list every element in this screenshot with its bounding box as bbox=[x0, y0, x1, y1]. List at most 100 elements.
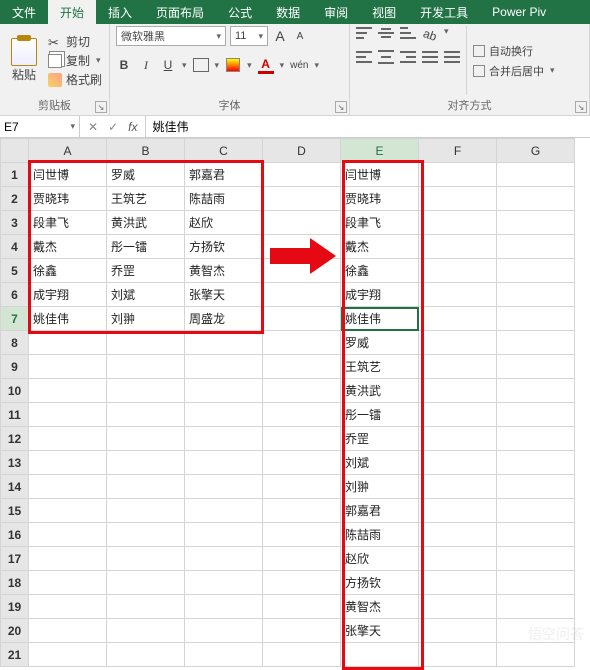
cell-C21[interactable] bbox=[185, 643, 263, 667]
cell-E9[interactable]: 王筑艺 bbox=[341, 355, 419, 379]
shrink-font-button[interactable]: A bbox=[292, 27, 308, 45]
cell-D6[interactable] bbox=[263, 283, 341, 307]
cell-D21[interactable] bbox=[263, 643, 341, 667]
cell-C7[interactable]: 周盛龙 bbox=[185, 307, 263, 331]
tab-formulas[interactable]: 公式 bbox=[216, 0, 264, 24]
cell-A4[interactable]: 戴杰 bbox=[29, 235, 107, 259]
align-center-button[interactable] bbox=[378, 50, 394, 64]
cell-E21[interactable] bbox=[341, 643, 419, 667]
orientation-button[interactable]: ab bbox=[419, 24, 440, 46]
cell-C16[interactable] bbox=[185, 523, 263, 547]
cell-E20[interactable]: 张擎天 bbox=[341, 619, 419, 643]
cell-D19[interactable] bbox=[263, 595, 341, 619]
cell-B17[interactable] bbox=[107, 547, 185, 571]
cell-F5[interactable] bbox=[419, 259, 497, 283]
cell-B15[interactable] bbox=[107, 499, 185, 523]
cell-G11[interactable] bbox=[497, 403, 575, 427]
phonetic-button[interactable]: wén bbox=[290, 56, 308, 74]
row-header-19[interactable]: 19 bbox=[1, 595, 29, 619]
cell-D11[interactable] bbox=[263, 403, 341, 427]
row-header-12[interactable]: 12 bbox=[1, 427, 29, 451]
cell-B21[interactable] bbox=[107, 643, 185, 667]
cell-A19[interactable] bbox=[29, 595, 107, 619]
row-header-15[interactable]: 15 bbox=[1, 499, 29, 523]
cell-E13[interactable]: 刘斌 bbox=[341, 451, 419, 475]
cell-D12[interactable] bbox=[263, 427, 341, 451]
cell-F7[interactable] bbox=[419, 307, 497, 331]
cell-C19[interactable] bbox=[185, 595, 263, 619]
cell-C14[interactable] bbox=[185, 475, 263, 499]
cell-A5[interactable]: 徐鑫 bbox=[29, 259, 107, 283]
cell-B9[interactable] bbox=[107, 355, 185, 379]
cell-C5[interactable]: 黄智杰 bbox=[185, 259, 263, 283]
cell-G6[interactable] bbox=[497, 283, 575, 307]
cell-G8[interactable] bbox=[497, 331, 575, 355]
cell-B2[interactable]: 王筑艺 bbox=[107, 187, 185, 211]
cell-D1[interactable] bbox=[263, 163, 341, 187]
col-header-E[interactable]: E bbox=[341, 139, 419, 163]
copy-button[interactable]: 复制▾ bbox=[48, 52, 102, 69]
cell-C9[interactable] bbox=[185, 355, 263, 379]
enter-formula-button[interactable]: ✓ bbox=[108, 120, 118, 134]
border-button[interactable] bbox=[193, 58, 209, 72]
fill-color-button[interactable] bbox=[225, 56, 241, 74]
cell-E19[interactable]: 黄智杰 bbox=[341, 595, 419, 619]
row-header-13[interactable]: 13 bbox=[1, 451, 29, 475]
format-painter-button[interactable]: 格式刷 bbox=[48, 71, 102, 88]
cell-G5[interactable] bbox=[497, 259, 575, 283]
cell-F14[interactable] bbox=[419, 475, 497, 499]
formula-bar-input[interactable]: 姚佳伟 bbox=[146, 116, 590, 137]
cell-F2[interactable] bbox=[419, 187, 497, 211]
col-header-G[interactable]: G bbox=[497, 139, 575, 163]
cell-A1[interactable]: 闫世博 bbox=[29, 163, 107, 187]
row-header-10[interactable]: 10 bbox=[1, 379, 29, 403]
cell-B1[interactable]: 罗威 bbox=[107, 163, 185, 187]
col-header-D[interactable]: D bbox=[263, 139, 341, 163]
cell-G3[interactable] bbox=[497, 211, 575, 235]
cell-A12[interactable] bbox=[29, 427, 107, 451]
font-dialog-launcher[interactable]: ↘ bbox=[335, 101, 347, 113]
cell-G19[interactable] bbox=[497, 595, 575, 619]
cell-G10[interactable] bbox=[497, 379, 575, 403]
cell-D2[interactable] bbox=[263, 187, 341, 211]
cell-F6[interactable] bbox=[419, 283, 497, 307]
cell-A3[interactable]: 段聿飞 bbox=[29, 211, 107, 235]
row-header-2[interactable]: 2 bbox=[1, 187, 29, 211]
cell-D7[interactable] bbox=[263, 307, 341, 331]
col-header-F[interactable]: F bbox=[419, 139, 497, 163]
cell-E17[interactable]: 赵欣 bbox=[341, 547, 419, 571]
fx-button[interactable]: fx bbox=[128, 120, 137, 134]
cell-F12[interactable] bbox=[419, 427, 497, 451]
cell-F20[interactable] bbox=[419, 619, 497, 643]
cell-C8[interactable] bbox=[185, 331, 263, 355]
cell-C18[interactable] bbox=[185, 571, 263, 595]
cell-E7[interactable]: 姚佳伟 bbox=[341, 307, 419, 331]
cell-D5[interactable] bbox=[263, 259, 341, 283]
cell-D16[interactable] bbox=[263, 523, 341, 547]
cell-G14[interactable] bbox=[497, 475, 575, 499]
cell-A13[interactable] bbox=[29, 451, 107, 475]
cell-B10[interactable] bbox=[107, 379, 185, 403]
cell-G1[interactable] bbox=[497, 163, 575, 187]
cell-A16[interactable] bbox=[29, 523, 107, 547]
row-header-3[interactable]: 3 bbox=[1, 211, 29, 235]
align-right-button[interactable] bbox=[400, 50, 416, 64]
cell-G12[interactable] bbox=[497, 427, 575, 451]
cell-G7[interactable] bbox=[497, 307, 575, 331]
row-header-5[interactable]: 5 bbox=[1, 259, 29, 283]
cell-G13[interactable] bbox=[497, 451, 575, 475]
decrease-indent-button[interactable] bbox=[422, 50, 438, 64]
cell-E6[interactable]: 成宇翔 bbox=[341, 283, 419, 307]
cell-B19[interactable] bbox=[107, 595, 185, 619]
cell-A7[interactable]: 姚佳伟 bbox=[29, 307, 107, 331]
cell-B7[interactable]: 刘翀 bbox=[107, 307, 185, 331]
cancel-formula-button[interactable]: ✕ bbox=[88, 120, 98, 134]
bold-button[interactable]: B bbox=[116, 56, 132, 74]
cut-button[interactable]: ✂剪切 bbox=[48, 33, 102, 50]
cell-F18[interactable] bbox=[419, 571, 497, 595]
cell-G16[interactable] bbox=[497, 523, 575, 547]
cell-F3[interactable] bbox=[419, 211, 497, 235]
cell-B13[interactable] bbox=[107, 451, 185, 475]
cell-C17[interactable] bbox=[185, 547, 263, 571]
cell-G18[interactable] bbox=[497, 571, 575, 595]
